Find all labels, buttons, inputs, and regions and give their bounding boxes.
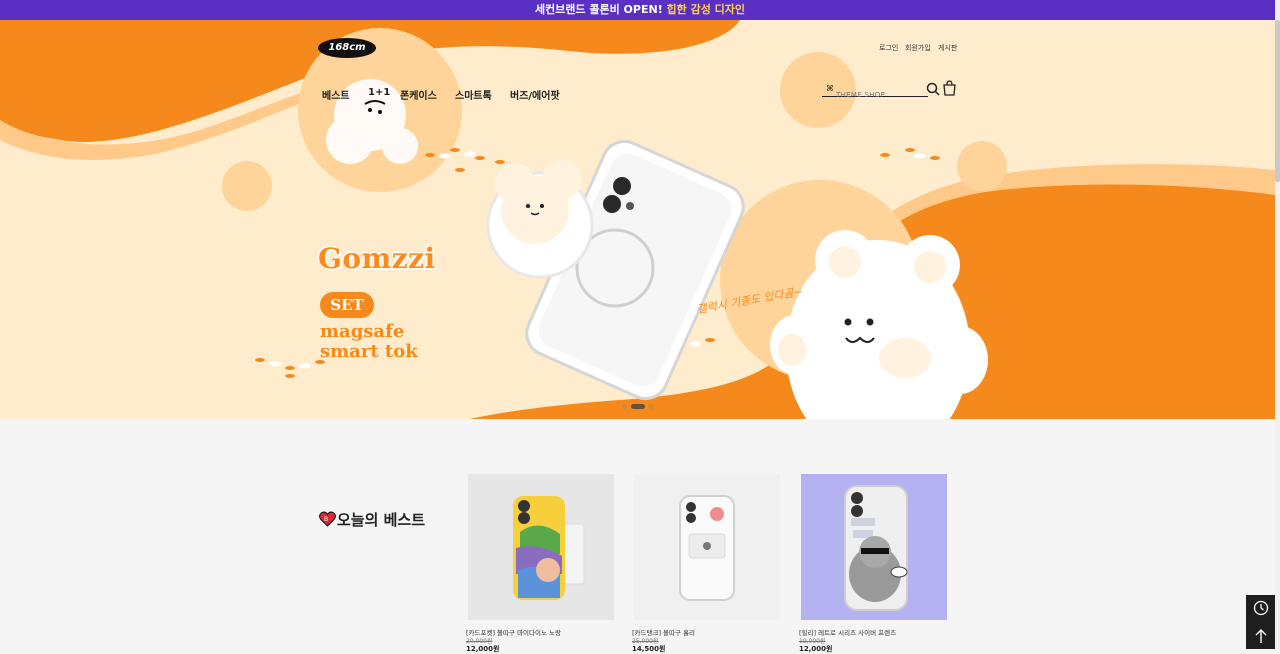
slide-dot-3[interactable] [649,404,654,409]
hero-set-badge: SET [320,292,374,318]
page-scrollbar[interactable] [1275,0,1280,649]
clock-icon[interactable] [1253,600,1269,616]
board-link[interactable]: 게시판 [938,43,957,53]
nav-smart-tok[interactable]: 스마트톡 [455,87,492,102]
search-input[interactable] [822,91,926,99]
heart-icon: B [319,511,336,527]
search-icon[interactable] [926,82,940,96]
product-card[interactable]: [힐리] 레트로 시리즈 사이버 프렌즈 19,000원 12,000원 [799,474,947,653]
product-price: 14,500원 [632,645,666,653]
product-image[interactable] [468,474,614,620]
hero-line2: smart tok [320,341,418,362]
hero-brand: Gomzzi [318,242,436,275]
hero-line1: magsafe [320,321,405,342]
scrollbar-thumb[interactable] [1275,20,1280,182]
nav-buds-airpods[interactable]: 버즈/에어팟 [510,87,560,102]
section-title: 오늘의 베스트 [337,511,426,529]
product-price: 12,000원 [466,645,500,653]
promo-bar[interactable]: 세컨브랜드 콜론비 OPEN! 힙한 감성 디자인 [0,0,1280,20]
hero-banner[interactable]: Gomzzi SET magsafe smart tok 갤럭시 기종도 있다곰… [0,20,1275,419]
quick-menu [1246,595,1275,649]
slide-dot-1[interactable] [622,404,627,409]
signup-link[interactable]: 회원가입 [905,43,931,53]
nav-phone-case[interactable]: 폰케이스 [400,87,437,102]
slide-dot-2[interactable] [631,404,645,409]
bag-icon[interactable] [943,80,956,96]
product-image[interactable] [634,474,780,620]
promo-highlight: 힙한 감성 디자인 [666,3,746,16]
search-box: ⌘ [822,82,928,99]
product-image[interactable] [801,474,947,620]
product-card[interactable]: [카드포켓] 볼따구 마이다이노 노랑 20,000원 12,000원 [466,474,614,653]
phone-case-illustration [486,139,745,401]
product-price: 12,000원 [799,645,833,653]
hero-background [0,20,1275,419]
arrow-up-icon[interactable] [1253,628,1269,644]
promo-text: 세컨브랜드 콜론비 OPEN! [534,3,667,16]
login-link[interactable]: 로그인 [879,43,898,53]
site-logo[interactable]: 168cm [318,38,376,58]
nav-one-plus-one[interactable]: 1+1 [368,87,390,98]
svg-text:B: B [324,516,328,523]
nav-best[interactable]: 베스트 [322,87,350,102]
product-card[interactable]: [카드탱크] 볼따구 홀리 25,000원 14,500원 [632,474,780,653]
search-prefix-icon: ⌘ [826,84,834,93]
